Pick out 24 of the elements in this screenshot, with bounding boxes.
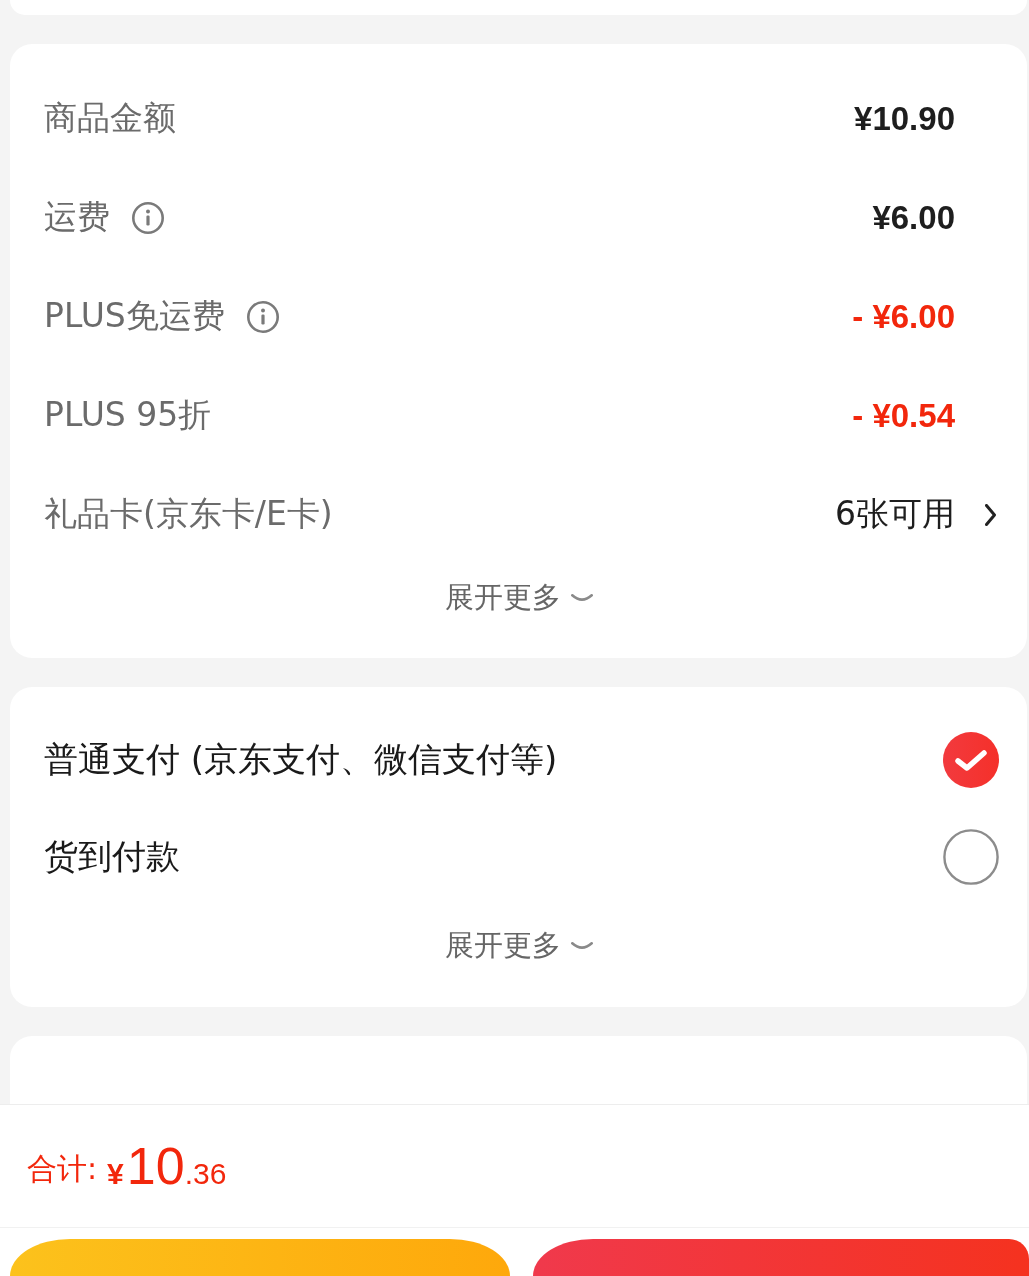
chevron-down-icon <box>570 593 593 603</box>
expand-more-button[interactable]: 展开更多 <box>436 922 601 970</box>
info-icon[interactable] <box>246 300 279 333</box>
fee-label: 礼品卡(京东卡/E卡) <box>44 493 333 535</box>
discount-value: - ¥0.54 <box>852 396 955 435</box>
discount-value: - ¥6.00 <box>852 297 955 336</box>
payment-option-label: 货到付款 <box>44 834 181 878</box>
radio-button[interactable] <box>943 828 999 885</box>
fee-label: 商品金额 <box>44 97 176 139</box>
fee-label: PLUS 95折 <box>44 394 212 436</box>
payment-option-label: 普通支付 (京东支付、微信支付等) <box>44 737 559 781</box>
expand-more-button[interactable]: 展开更多 <box>436 574 601 622</box>
total-amount: ¥10.36 <box>107 1136 227 1196</box>
action-button[interactable] <box>533 1239 1029 1276</box>
chevron-down-icon <box>570 941 593 951</box>
chevron-right-icon <box>984 503 996 526</box>
available-count[interactable]: 6张可用 <box>835 492 955 537</box>
total-label: 合计: <box>27 1149 98 1188</box>
amount-value: ¥10.90 <box>854 99 955 138</box>
fee-label: PLUS免运费 <box>44 295 225 337</box>
info-icon[interactable] <box>132 201 164 234</box>
fee-label: 运费 <box>44 196 110 238</box>
amount-value: ¥6.00 <box>872 198 955 237</box>
radio-button[interactable] <box>943 731 999 788</box>
